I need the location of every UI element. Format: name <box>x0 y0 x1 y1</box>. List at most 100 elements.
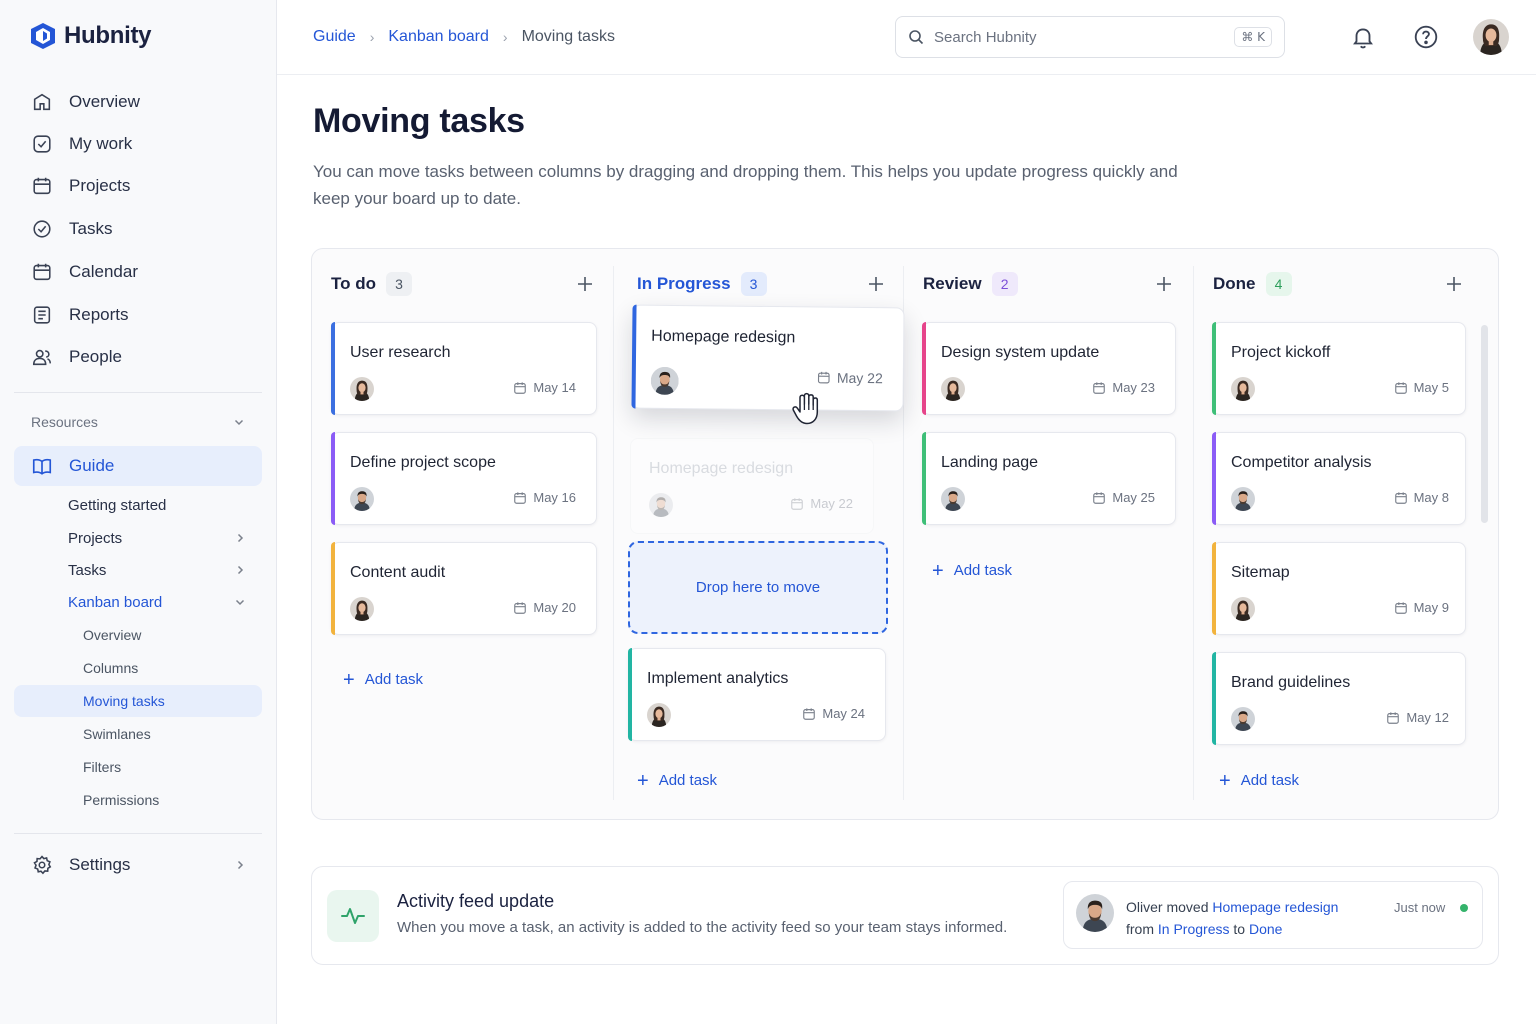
ghost-card: Homepage redesign May 22 <box>630 438 874 534</box>
column-count: 4 <box>1265 272 1292 296</box>
resources-toggle[interactable]: Resources <box>31 414 245 430</box>
card-title: Implement analytics <box>647 670 789 687</box>
logo[interactable]: Hubnity <box>30 22 152 50</box>
feed-task-link[interactable]: Homepage redesign <box>1212 899 1338 915</box>
feed-to-column[interactable]: Done <box>1249 921 1282 937</box>
nav-overview[interactable]: Overview <box>14 82 262 122</box>
column-scrollbar[interactable] <box>1481 325 1488 523</box>
sidebar-divider <box>14 392 262 393</box>
card-accent <box>1212 542 1216 635</box>
kanban-moving-tasks[interactable]: Moving tasks <box>14 685 262 717</box>
feed-time: Just now <box>1394 900 1446 915</box>
nav-settings[interactable]: Settings <box>14 845 246 885</box>
kanban-swimlanes[interactable]: Swimlanes <box>14 718 262 750</box>
kanban-item-label: Swimlanes <box>83 726 151 742</box>
nav-label: Projects <box>69 176 131 195</box>
gear-icon <box>33 855 52 875</box>
task-card[interactable]: Content audit May 20 <box>331 542 597 635</box>
kanban-permissions[interactable]: Permissions <box>14 784 262 816</box>
search-input[interactable] <box>934 28 1225 46</box>
due-date-text: May 12 <box>1406 710 1449 725</box>
add-task-button[interactable]: + Add task <box>1219 771 1299 791</box>
page-description: You can move tasks between columns by dr… <box>313 162 1178 208</box>
folder-icon <box>33 177 51 195</box>
kanban-item-label: Overview <box>83 627 142 643</box>
user-avatar[interactable] <box>1473 19 1509 55</box>
plus-icon: + <box>637 769 649 792</box>
task-card[interactable]: Define project scope May 16 <box>331 432 597 525</box>
add-card-icon[interactable] <box>866 274 886 294</box>
task-card[interactable]: Implement analytics May 24 <box>628 648 886 741</box>
due-date: May 16 <box>513 490 576 505</box>
card-accent <box>631 304 637 409</box>
column-name: Done <box>1213 274 1256 293</box>
breadcrumb-guide[interactable]: Guide <box>313 28 356 46</box>
column-header-todo: To do 3 <box>331 272 412 296</box>
app-name: Hubnity <box>64 22 152 49</box>
chevron-right-icon <box>237 533 244 543</box>
column-name: Review <box>923 274 982 293</box>
home-icon <box>33 93 51 111</box>
due-date-text: May 20 <box>533 600 576 615</box>
bell-icon[interactable] <box>1350 24 1376 50</box>
breadcrumb: Guide › Kanban board › Moving tasks <box>313 28 615 46</box>
column-count: 2 <box>991 272 1018 296</box>
activity-feed-item[interactable]: Oliver moved Homepage redesign from In P… <box>1063 881 1483 949</box>
people-icon <box>32 349 52 366</box>
nav-my-work[interactable]: My work <box>14 124 262 164</box>
dragging-card[interactable]: Homepage redesign May 22 <box>631 304 905 412</box>
add-task-button[interactable]: + Add task <box>343 670 423 690</box>
nav-reports[interactable]: Reports <box>14 295 262 335</box>
calendar-icon <box>1394 381 1408 395</box>
card-accent <box>628 648 632 741</box>
nav-guide[interactable]: Guide <box>14 446 262 486</box>
add-task-button[interactable]: + Add task <box>932 561 1012 581</box>
guide-projects[interactable]: Projects <box>68 527 246 549</box>
due-date-text: May 5 <box>1413 380 1449 395</box>
nav-calendar[interactable]: Calendar <box>14 252 262 292</box>
sidebar: Hubnity Overview My work Projects Tasks … <box>0 0 277 1024</box>
due-date: May 8 <box>1394 490 1449 505</box>
calendar-icon <box>513 491 527 505</box>
kanban-columns[interactable]: Columns <box>14 652 262 684</box>
calendar-icon <box>1394 601 1408 615</box>
search-box[interactable]: ⌘ K <box>895 16 1285 58</box>
task-card[interactable]: Brand guidelines May 12 <box>1212 652 1466 745</box>
add-task-button[interactable]: + Add task <box>637 769 717 792</box>
drop-zone[interactable]: Drop here to move <box>628 541 888 634</box>
nav-people[interactable]: People <box>14 337 262 377</box>
add-card-icon[interactable] <box>1154 274 1174 294</box>
kanban-filters[interactable]: Filters <box>14 751 262 783</box>
nav-label: Guide <box>69 456 115 475</box>
help-icon[interactable] <box>1413 24 1439 50</box>
guide-tasks[interactable]: Tasks <box>68 559 246 581</box>
kanban-overview[interactable]: Overview <box>14 619 262 651</box>
check-circle-icon <box>33 220 51 238</box>
chevron-right-icon: › <box>502 29 508 45</box>
feed-line-2: from In Progress to Done <box>1126 921 1282 937</box>
task-card[interactable]: Competitor analysis May 8 <box>1212 432 1466 525</box>
nav-projects[interactable]: Projects <box>14 166 262 206</box>
column-name: In Progress <box>637 274 731 293</box>
guide-getting-started[interactable]: Getting started <box>68 494 246 516</box>
breadcrumb-kanban-board[interactable]: Kanban board <box>388 28 489 46</box>
guide-kanban-board[interactable]: Kanban board <box>68 591 246 613</box>
nav-label: People <box>69 347 122 366</box>
kanban-item-label: Filters <box>83 759 122 775</box>
check-square-icon <box>33 135 51 153</box>
due-date-text: May 8 <box>1413 490 1449 505</box>
calendar-icon <box>790 497 804 511</box>
add-card-icon[interactable] <box>1444 274 1464 294</box>
nav-tasks[interactable]: Tasks <box>14 209 262 249</box>
add-card-icon[interactable] <box>575 274 595 294</box>
activity-description: When you move a task, an activity is add… <box>397 919 1008 936</box>
activity-panel: Activity feed update When you move a tas… <box>311 866 1499 965</box>
task-card[interactable]: Sitemap May 9 <box>1212 542 1466 635</box>
feed-from-column[interactable]: In Progress <box>1158 921 1230 937</box>
task-card[interactable]: Landing page May 25 <box>922 432 1176 525</box>
task-card[interactable]: Design system update May 23 <box>922 322 1176 415</box>
task-card[interactable]: User research May 14 <box>331 322 597 415</box>
nav-label: Settings <box>69 855 131 874</box>
task-card[interactable]: Project kickoff May 5 <box>1212 322 1466 415</box>
assignee-avatar <box>1231 597 1255 621</box>
